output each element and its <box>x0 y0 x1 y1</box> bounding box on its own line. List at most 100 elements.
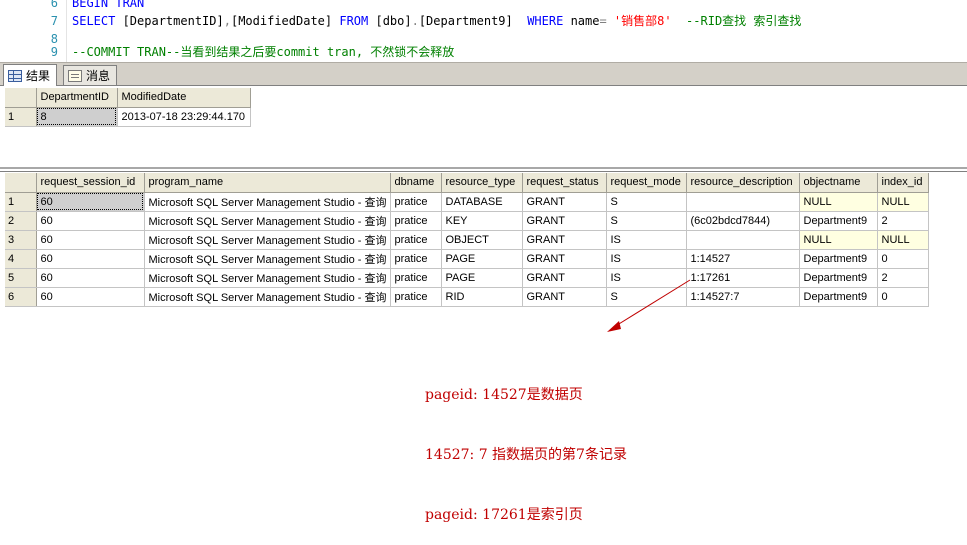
cell[interactable]: pratice <box>390 287 442 307</box>
cell[interactable]: pratice <box>390 192 442 212</box>
cell[interactable]: Department9 <box>799 268 878 288</box>
cell[interactable]: IS <box>606 230 687 250</box>
table-row[interactable]: 4 60 Microsoft SQL Server Management Studi… <box>5 249 929 269</box>
row-number[interactable]: 2 <box>5 211 37 231</box>
cell[interactable]: 60 <box>36 211 145 231</box>
cell[interactable]: GRANT <box>522 249 607 269</box>
cell[interactable]: pratice <box>390 268 442 288</box>
cell[interactable]: KEY <box>441 211 523 231</box>
cell[interactable]: (6c02bdcd7844) <box>686 211 800 231</box>
grid-icon <box>8 69 22 82</box>
cell[interactable]: 1:17261 <box>686 268 800 288</box>
grid-corner[interactable] <box>5 88 37 108</box>
column-header-objectname[interactable]: objectname <box>799 173 878 193</box>
cell[interactable]: IS <box>606 249 687 269</box>
cell[interactable]: Microsoft SQL Server Management Studio -… <box>144 230 391 250</box>
cell[interactable]: 1:14527 <box>686 249 800 269</box>
column-header-dbname[interactable]: dbname <box>390 173 442 193</box>
column-header-request-mode[interactable]: request_mode <box>606 173 687 193</box>
cell[interactable]: 2 <box>877 268 929 288</box>
table-row[interactable]: 1 60 Microsoft SQL Server Management Studi… <box>5 192 929 212</box>
cell[interactable]: Department9 <box>799 249 878 269</box>
line-number: 7 <box>50 14 58 28</box>
tab-messages[interactable]: 消息 <box>63 65 118 85</box>
column-header-resource-type[interactable]: resource_type <box>441 173 523 193</box>
cell[interactable]: Microsoft SQL Server Management Studio -… <box>144 192 391 212</box>
cell[interactable]: 2013-07-18 23:29:44.170 <box>117 107 251 127</box>
column-header-resource-description[interactable]: resource_description <box>686 173 800 193</box>
cell[interactable]: Department9 <box>799 287 878 307</box>
cell[interactable]: Microsoft SQL Server Management Studio -… <box>144 287 391 307</box>
cell[interactable]: 2 <box>877 211 929 231</box>
column-header-request-status[interactable]: request_status <box>522 173 607 193</box>
cell[interactable]: Department9 <box>799 211 878 231</box>
cell[interactable]: NULL <box>799 230 878 250</box>
code-token: [ModifiedDate] <box>230 14 340 28</box>
result-grid-2[interactable]: request_session_id program_name dbname reso… <box>5 173 929 307</box>
cell[interactable]: GRANT <box>522 287 607 307</box>
column-header-request-session-id[interactable]: request_session_id <box>36 173 145 193</box>
row-number[interactable]: 4 <box>5 249 37 269</box>
cell[interactable]: 8 <box>36 107 118 127</box>
table-row[interactable]: 3 60 Microsoft SQL Server Management Studi… <box>5 230 929 250</box>
code-token: [dbo] <box>375 14 412 28</box>
cell[interactable]: PAGE <box>441 268 523 288</box>
cell[interactable]: OBJECT <box>441 230 523 250</box>
row-number[interactable]: 1 <box>5 192 37 212</box>
code-token: FROM <box>339 14 376 28</box>
cell[interactable]: GRANT <box>522 268 607 288</box>
cell[interactable]: S <box>606 192 687 212</box>
column-header-program-name[interactable]: program_name <box>144 173 391 193</box>
grid-corner[interactable] <box>5 173 37 193</box>
cell[interactable] <box>686 230 800 250</box>
code-token: , <box>223 14 231 28</box>
cell[interactable]: 60 <box>36 249 145 269</box>
annotation-line-3: pageid: 17261是索引页 <box>425 507 583 523</box>
cell[interactable]: DATABASE <box>441 192 523 212</box>
cell[interactable] <box>686 192 800 212</box>
cell[interactable]: 1:14527:7 <box>686 287 800 307</box>
cell[interactable]: GRANT <box>522 192 607 212</box>
cell[interactable]: RID <box>441 287 523 307</box>
cell[interactable]: NULL <box>877 192 929 212</box>
cell[interactable]: IS <box>606 268 687 288</box>
row-number[interactable]: 1 <box>5 107 37 127</box>
table-row[interactable]: 2 60 Microsoft SQL Server Management Studi… <box>5 211 929 231</box>
table-row[interactable]: 6 60 Microsoft SQL Server Management Studi… <box>5 287 929 307</box>
column-header-index-id[interactable]: index_id <box>877 173 929 193</box>
cell[interactable]: PAGE <box>441 249 523 269</box>
row-number[interactable]: 6 <box>5 287 37 307</box>
cell[interactable]: NULL <box>799 192 878 212</box>
cell[interactable]: 0 <box>877 249 929 269</box>
table-row[interactable]: 5 60 Microsoft SQL Server Management Studi… <box>5 268 929 288</box>
cell[interactable]: pratice <box>390 230 442 250</box>
code-line[interactable]: 6 BEGIN TRAN <box>0 0 967 12</box>
cell[interactable]: pratice <box>390 249 442 269</box>
message-icon <box>68 69 82 82</box>
cell[interactable]: GRANT <box>522 211 607 231</box>
cell[interactable]: 60 <box>36 192 145 212</box>
result-pane-1[interactable]: DepartmentID ModifiedDate 1 8 2013-07-18 23:… <box>0 86 967 169</box>
cell[interactable]: NULL <box>877 230 929 250</box>
cell[interactable]: GRANT <box>522 230 607 250</box>
query-editor[interactable]: 6 BEGIN TRAN 7 SELECT [DepartmentID],[Modif… <box>0 0 967 62</box>
result-grid-1[interactable]: DepartmentID ModifiedDate 1 8 2013-07-18 23:… <box>5 88 251 127</box>
column-header-departmentid[interactable]: DepartmentID <box>36 88 118 108</box>
cell[interactable]: 60 <box>36 230 145 250</box>
cell[interactable]: S <box>606 287 687 307</box>
cell[interactable]: pratice <box>390 211 442 231</box>
code-line[interactable]: 7 SELECT [DepartmentID],[ModifiedDate] FR… <box>0 12 967 30</box>
cell[interactable]: 0 <box>877 287 929 307</box>
cell[interactable]: 60 <box>36 268 145 288</box>
table-row[interactable]: 1 8 2013-07-18 23:29:44.170 <box>5 107 251 127</box>
cell[interactable]: Microsoft SQL Server Management Studio -… <box>144 211 391 231</box>
code-line[interactable]: 9 --COMMIT TRAN--当看到结果之后要commit tran, 不然锁… <box>0 43 967 61</box>
row-number[interactable]: 5 <box>5 268 37 288</box>
cell[interactable]: Microsoft SQL Server Management Studio -… <box>144 249 391 269</box>
cell[interactable]: S <box>606 211 687 231</box>
column-header-modifieddate[interactable]: ModifiedDate <box>117 88 251 108</box>
cell[interactable]: 60 <box>36 287 145 307</box>
cell[interactable]: Microsoft SQL Server Management Studio -… <box>144 268 391 288</box>
tab-results[interactable]: 结果 <box>3 64 58 86</box>
row-number[interactable]: 3 <box>5 230 37 250</box>
